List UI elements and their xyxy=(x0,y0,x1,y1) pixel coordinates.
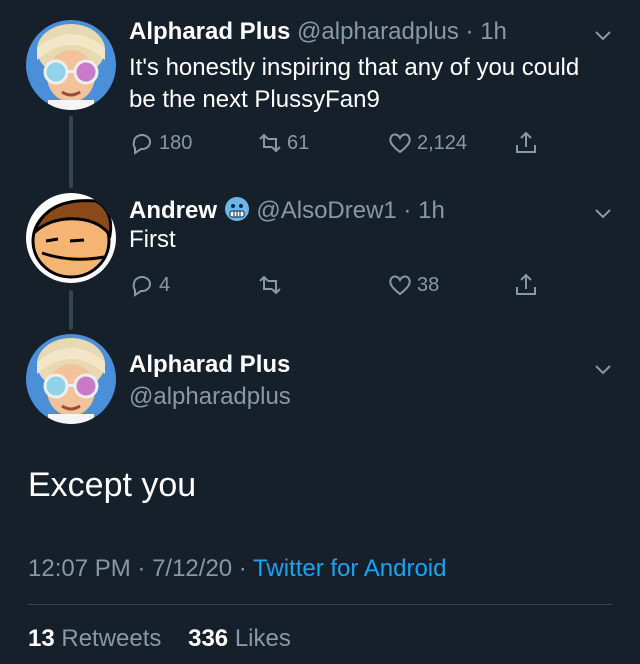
chevron-down-icon[interactable] xyxy=(592,202,614,224)
handle[interactable]: @alpharadplus xyxy=(129,383,291,411)
tweet-header: Andrew @AlsoDrew1 · 1h xyxy=(129,196,445,225)
tweet-actions: 180 61 2,124 xyxy=(129,130,569,160)
retweet-count: 61 xyxy=(287,131,310,154)
display-name[interactable]: Alpharad Plus xyxy=(129,18,290,45)
tweet-time[interactable]: 12:07 PM xyxy=(28,555,131,582)
display-name[interactable]: Alpharad Plus xyxy=(129,351,290,379)
retweet-button[interactable] xyxy=(257,272,287,298)
reply-icon xyxy=(132,276,151,297)
tweet-source-link[interactable]: Twitter for Android xyxy=(253,555,446,582)
retweet-icon xyxy=(259,275,281,295)
tweet-text: It's honestly inspiring that any of you … xyxy=(129,54,580,113)
likes-label: Likes xyxy=(234,625,291,652)
avatar[interactable] xyxy=(26,20,116,110)
share-icon xyxy=(516,273,536,295)
timestamp[interactable]: 1h xyxy=(480,18,507,45)
share-button[interactable] xyxy=(513,130,539,156)
retweet-total: 13 xyxy=(28,625,55,652)
share-button[interactable] xyxy=(513,272,539,298)
tweet-header: Alpharad Plus @alpharadplus · 1h xyxy=(129,18,507,46)
like-button[interactable]: 2,124 xyxy=(387,130,467,156)
heart-icon xyxy=(389,275,411,296)
reply-count: 180 xyxy=(159,131,193,154)
like-total: 336 xyxy=(188,625,229,652)
tweet-text: First xyxy=(129,226,176,253)
retweet-button[interactable]: 61 xyxy=(257,130,309,156)
share-icon xyxy=(516,131,536,153)
tweet-text: Except you xyxy=(28,466,197,504)
heart-icon xyxy=(389,133,411,154)
retweet-icon xyxy=(259,133,281,153)
like-count: 38 xyxy=(417,273,440,296)
tweet-meta: 12:07 PM · 7/12/20 · Twitter for Android xyxy=(28,555,446,583)
like-button[interactable]: 38 xyxy=(387,272,439,298)
chevron-down-icon[interactable] xyxy=(592,358,614,380)
tweet-date[interactable]: 7/12/20 xyxy=(152,555,232,582)
reply-icon xyxy=(132,134,151,155)
separator: · xyxy=(232,555,254,582)
likes-stat[interactable]: 336 Likes xyxy=(188,625,291,652)
avatar[interactable] xyxy=(26,193,116,283)
reply-button[interactable]: 180 xyxy=(129,130,192,156)
like-count: 2,124 xyxy=(417,131,468,154)
display-name[interactable]: Andrew xyxy=(129,197,217,224)
avatar[interactable] xyxy=(26,334,116,424)
handle[interactable]: @alpharadplus xyxy=(297,18,459,45)
tweet-2[interactable]: Andrew @AlsoDrew1 · 1h First 4 38 xyxy=(0,190,640,340)
tweet-1[interactable]: Alpharad Plus @alpharadplus · 1h It's ho… xyxy=(0,0,640,190)
tweet-actions: 4 38 xyxy=(129,272,569,302)
cold-face-emoji-icon xyxy=(224,196,250,222)
retweets-stat[interactable]: 13 Retweets xyxy=(28,625,161,652)
handle[interactable]: @AlsoDrew1 xyxy=(256,197,396,224)
separator: · xyxy=(130,555,153,582)
chevron-down-icon[interactable] xyxy=(592,24,614,46)
tweet-stats: 13 Retweets 336 Likes xyxy=(28,625,291,653)
separator: · xyxy=(396,197,419,224)
separator: · xyxy=(458,18,481,45)
reply-count: 4 xyxy=(159,273,171,296)
timestamp[interactable]: 1h xyxy=(418,197,445,224)
divider xyxy=(28,604,612,605)
retweets-label: Retweets xyxy=(61,625,162,652)
reply-button[interactable]: 4 xyxy=(129,272,170,298)
